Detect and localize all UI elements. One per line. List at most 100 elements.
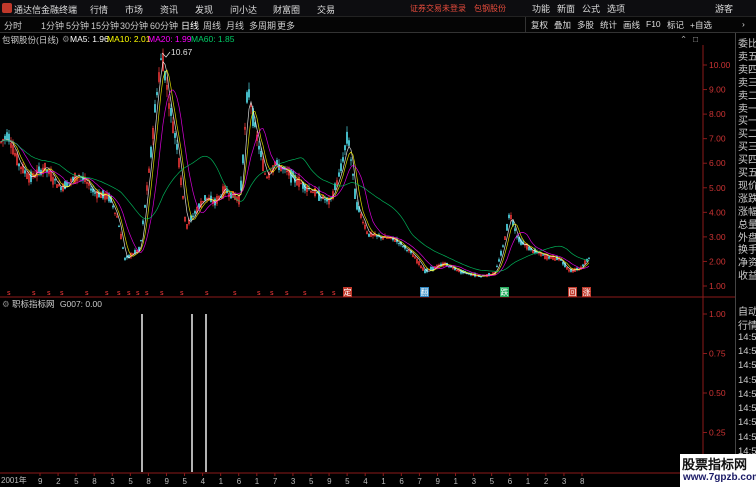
x-tick-label: 9: [327, 477, 332, 486]
signal-marker-s: s: [32, 289, 36, 297]
y-tick-label: 5.00: [709, 183, 726, 193]
candle-body: [344, 145, 346, 151]
x-tick-label: 5: [128, 477, 133, 486]
candle-body: [542, 254, 544, 256]
signal-marker-s: s: [85, 289, 89, 297]
signal-marker-s: s: [233, 289, 237, 297]
tick-time: 14:50: [738, 417, 756, 429]
signal-marker-s: s: [180, 289, 184, 297]
x-tick-label: 7: [417, 477, 422, 486]
signal-marker-s: s: [117, 289, 121, 297]
x-tick-label: 1: [526, 477, 531, 486]
auto-quote-label[interactable]: 行情: [738, 317, 756, 332]
candle-body: [204, 195, 206, 201]
indicator-settings-icon[interactable]: ⚙: [2, 299, 10, 309]
x-axis-labels: 9 2 5 8 3 5 8 9 5 4 1 6 1 7 3 5 9 5 4 1 6 7 9 1 3 5 6 1 2 3 8: [38, 473, 585, 486]
y-tick-label: 1.00: [709, 281, 726, 291]
candle-body: [368, 233, 370, 237]
signal-marker-s: s: [270, 289, 274, 297]
x-axis-year-label: 2001年: [1, 476, 27, 485]
candle-body: [508, 214, 510, 219]
candle-body: [154, 104, 156, 113]
auto-quote-label[interactable]: 自动: [738, 303, 756, 318]
signal-marker-s: s: [145, 289, 149, 297]
indicator-tick-label: 1.00: [709, 309, 726, 319]
candle-body: [176, 144, 178, 150]
x-tick-label: 9: [38, 477, 43, 486]
signal-marker-s: s: [285, 289, 289, 297]
signal-markers: ssssssssssssssssssss定翻跌回涨: [7, 287, 591, 297]
tick-time: 14:50: [738, 374, 756, 386]
candle-body: [316, 192, 318, 194]
signal-marker-s: s: [205, 289, 209, 297]
x-tick-label: 1: [454, 477, 459, 486]
x-tick-label: 5: [345, 477, 350, 486]
x-tick-label: 2: [544, 477, 549, 486]
candle-body: [548, 256, 550, 259]
tick-time: 14:50: [738, 331, 756, 343]
candle-body: [588, 257, 590, 259]
tick-time: 14:50: [738, 360, 756, 372]
x-tick-label: 4: [363, 477, 368, 486]
candle-body: [4, 135, 6, 140]
indicator-value: G007: 0.00: [59, 299, 102, 309]
y-tick-label: 10.00: [709, 60, 731, 70]
x-tick-label: 9: [164, 477, 169, 486]
candle-body: [340, 163, 342, 172]
signal-marker-s: s: [332, 289, 336, 297]
candle-body: [502, 245, 504, 247]
candle-body: [192, 215, 194, 217]
tick-time: 14:50: [738, 431, 756, 443]
signal-marker-s: s: [320, 289, 324, 297]
candle-body: [324, 198, 326, 201]
y-axis-grid: 10.00 9.00 8.00 7.00 6.00 5.00 4.00 3.00 2.00 1.0…: [703, 60, 731, 291]
quote-field-label: 收益: [738, 271, 756, 283]
x-tick-label: 1: [219, 477, 224, 486]
candle-body: [356, 202, 358, 210]
y-tick-label: 4.00: [709, 207, 726, 217]
x-tick-label: 6: [508, 477, 513, 486]
y-tick-label: 2.00: [709, 256, 726, 266]
ma5-line: [0, 60, 590, 277]
x-tick-label: 3: [291, 477, 296, 486]
candle-body: [38, 166, 40, 174]
x-tick-label: 5: [74, 477, 79, 486]
candle-body: [352, 173, 354, 176]
x-tick-label: 8: [580, 477, 585, 486]
x-tick-label: 4: [201, 477, 206, 486]
watermark-url: www.7gpzb.com: [683, 472, 756, 483]
candle-body: [406, 249, 408, 252]
signal-marker-label: 涨: [583, 287, 591, 297]
watermark-title: 股票指标网: [682, 458, 748, 473]
candle-body: [346, 131, 348, 144]
candle-body: [198, 203, 200, 208]
tick-time: 14:50: [738, 403, 756, 415]
signal-marker-label: 翻: [421, 288, 429, 297]
candle-body: [582, 264, 584, 267]
candle-body: [124, 257, 126, 260]
x-tick-label: 6: [399, 477, 404, 486]
candle-body: [514, 228, 516, 232]
candle-body: [6, 132, 8, 141]
candle-body: [248, 89, 250, 98]
y-tick-label: 6.00: [709, 158, 726, 168]
candle-body: [402, 245, 404, 248]
signal-marker-s: s: [7, 289, 11, 297]
indicator-tick-label: 0.25: [709, 428, 726, 438]
candle-body: [338, 172, 340, 177]
candle-body: [94, 192, 96, 194]
x-tick-label: 5: [490, 477, 495, 486]
candle-body: [24, 170, 26, 174]
candle-body: [398, 242, 400, 245]
quote-side-panel: 委比 卖五 卖四 卖三 卖二 卖一 买一 买二 买三 买四 买五 现价 涨跌 涨幅 总量 外盘 换手 净资 收益 自…: [735, 33, 756, 473]
candle-body: [318, 190, 320, 201]
candle-body: [354, 188, 356, 200]
signal-marker-label: 回: [569, 288, 577, 297]
candle-body: [118, 225, 120, 228]
x-tick-label: 8: [92, 477, 97, 486]
x-tick-label: 6: [237, 477, 242, 486]
candle-body: [500, 250, 502, 256]
indicator-label: 职标指标网: [12, 299, 55, 309]
peak-label: 10.67: [171, 47, 193, 57]
tick-time: 14:50: [738, 345, 756, 357]
